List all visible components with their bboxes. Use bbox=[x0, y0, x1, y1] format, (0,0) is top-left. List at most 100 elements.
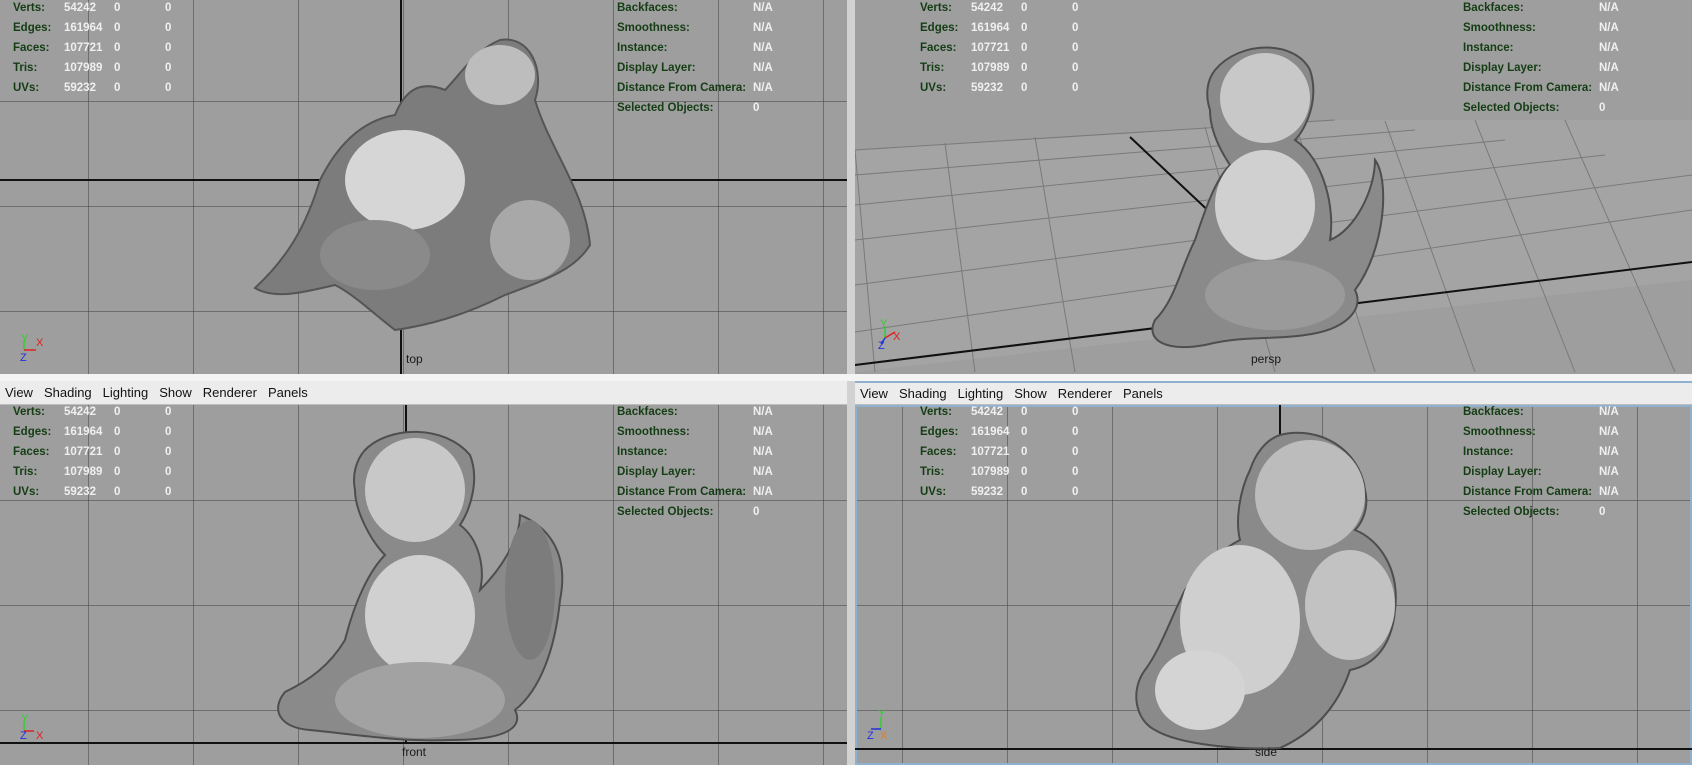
hud-value: 54242 bbox=[971, 406, 1003, 418]
hud-row: Instance: N/A bbox=[617, 38, 773, 58]
hud-row-edges: Edges: 161964 0 0 bbox=[920, 18, 1102, 38]
hud-value: 0 bbox=[165, 22, 172, 34]
hud-value: N/A bbox=[753, 42, 773, 54]
hud-row-edges: Edges: 161964 0 0 bbox=[13, 422, 195, 442]
hud-value: N/A bbox=[753, 62, 773, 74]
hud-label: Tris: bbox=[13, 62, 38, 74]
cherub-model[interactable] bbox=[1130, 430, 1420, 750]
hud-value: 0 bbox=[114, 42, 121, 54]
hud-value: 54242 bbox=[971, 2, 1003, 14]
hud-row: Smoothness: N/A bbox=[617, 422, 773, 442]
hud-value: 0 bbox=[165, 466, 172, 478]
hud-label: Distance From Camera: bbox=[1463, 82, 1593, 94]
menu-renderer[interactable]: Renderer bbox=[1058, 386, 1112, 401]
hud-value: 0 bbox=[1599, 102, 1606, 114]
hud-label: Selected Objects: bbox=[1463, 506, 1560, 518]
menu-view[interactable]: View bbox=[860, 386, 888, 401]
hud-value: 0 bbox=[114, 446, 121, 458]
hud-row-edges: Edges: 161964 0 0 bbox=[920, 422, 1102, 442]
menu-show[interactable]: Show bbox=[159, 385, 192, 400]
menu-show[interactable]: Show bbox=[1014, 386, 1047, 401]
object-details-hud: Backfaces: N/A Smoothness: N/A Instance: N/… bbox=[1463, 0, 1619, 118]
hud-value: N/A bbox=[753, 426, 773, 438]
cherub-model[interactable] bbox=[270, 430, 580, 745]
menu-panels[interactable]: Panels bbox=[1123, 386, 1163, 401]
hud-row: Smoothness: N/A bbox=[1463, 422, 1619, 442]
hud-value: 0 bbox=[1072, 406, 1079, 418]
hud-row: Backfaces: N/A bbox=[1463, 0, 1619, 18]
hud-label: Verts: bbox=[13, 2, 45, 14]
hud-value: 161964 bbox=[64, 426, 103, 438]
hud-value: 0 bbox=[1021, 486, 1028, 498]
hud-value: N/A bbox=[1599, 406, 1619, 418]
axis-label-y: Y bbox=[21, 333, 29, 345]
menu-shading[interactable]: Shading bbox=[899, 386, 947, 401]
hud-label: Edges: bbox=[920, 22, 959, 34]
hud-label: Faces: bbox=[920, 446, 957, 458]
hud-value: 0 bbox=[114, 62, 121, 74]
cherub-model[interactable] bbox=[1145, 40, 1385, 360]
viewport-top[interactable]: Verts: 54242 0 0 Edges: 161964 0 0 Faces: 10772… bbox=[0, 0, 847, 374]
hud-row: Backfaces: N/A bbox=[617, 0, 773, 18]
object-details-hud: Backfaces: N/A Smoothness: N/A Instance: N/… bbox=[617, 405, 773, 522]
menu-panels[interactable]: Panels bbox=[268, 385, 308, 400]
hud-row: Display Layer: N/A bbox=[617, 58, 773, 78]
viewport-front[interactable]: Verts: 54242 0 0 Edges: 161964 0 0 Faces: 10772… bbox=[0, 405, 847, 765]
menu-lighting[interactable]: Lighting bbox=[103, 385, 149, 400]
hud-label: Tris: bbox=[920, 62, 945, 74]
cherub-model[interactable] bbox=[245, 30, 605, 340]
hud-value: 0 bbox=[165, 426, 172, 438]
hud-value: 0 bbox=[114, 2, 121, 14]
hud-label: Instance: bbox=[1463, 446, 1514, 458]
hud-value: 0 bbox=[114, 426, 121, 438]
hud-label: Backfaces: bbox=[1463, 406, 1524, 418]
hud-row-verts: Verts: 54242 0 0 bbox=[920, 405, 1102, 422]
hud-value: 0 bbox=[114, 406, 121, 418]
hud-value: 0 bbox=[165, 406, 172, 418]
poly-count-hud: Verts: 54242 0 0 Edges: 161964 0 0 Faces: 10772… bbox=[13, 0, 195, 98]
axis-label-y: Y bbox=[878, 708, 886, 720]
hud-row-verts: Verts: 54242 0 0 bbox=[13, 405, 195, 422]
hud-row: Selected Objects: 0 bbox=[1463, 502, 1619, 522]
hud-value: 107721 bbox=[64, 446, 103, 458]
hud-value: N/A bbox=[753, 406, 773, 418]
hud-value: 107989 bbox=[971, 62, 1010, 74]
hud-value: 107721 bbox=[64, 42, 103, 54]
menu-renderer[interactable]: Renderer bbox=[203, 385, 257, 400]
hud-value: 0 bbox=[1072, 466, 1079, 478]
hud-label: Edges: bbox=[13, 22, 52, 34]
viewport-divider-vertical[interactable] bbox=[847, 0, 855, 765]
hud-value: 0 bbox=[753, 102, 760, 114]
viewport-persp[interactable]: Verts: 54242 0 0 Edges: 161964 0 0 Faces: 10772… bbox=[855, 0, 1692, 374]
hud-row-faces: Faces: 107721 0 0 bbox=[920, 38, 1102, 58]
hud-value: 0 bbox=[165, 82, 172, 94]
hud-label: Distance From Camera: bbox=[617, 82, 747, 94]
menu-view[interactable]: View bbox=[5, 385, 33, 400]
menu-shading[interactable]: Shading bbox=[44, 385, 92, 400]
panel-menu-bar-right: View Shading Lighting Show Renderer Pane… bbox=[855, 381, 1692, 405]
axis-label-z: Z bbox=[878, 340, 885, 352]
hud-value: 161964 bbox=[971, 426, 1010, 438]
axis-label-x: X bbox=[36, 337, 44, 349]
hud-value: 59232 bbox=[64, 486, 96, 498]
hud-value: N/A bbox=[753, 486, 773, 498]
hud-value: 0 bbox=[1072, 82, 1079, 94]
menu-lighting[interactable]: Lighting bbox=[958, 386, 1004, 401]
hud-row: Display Layer: N/A bbox=[617, 462, 773, 482]
hud-row: Instance: N/A bbox=[617, 442, 773, 462]
hud-value: 0 bbox=[165, 446, 172, 458]
viewport-divider-horizontal[interactable] bbox=[0, 374, 1692, 381]
viewport-side[interactable]: Verts: 54242 0 0 Edges: 161964 0 0 Faces: 10772… bbox=[855, 405, 1692, 765]
hud-row-uvs: UVs: 59232 0 0 bbox=[13, 78, 195, 98]
hud-label: Edges: bbox=[13, 426, 52, 438]
hud-value: 0 bbox=[114, 486, 121, 498]
hud-label: Display Layer: bbox=[1463, 466, 1542, 478]
hud-value: 161964 bbox=[64, 22, 103, 34]
camera-name: persp bbox=[1251, 352, 1282, 366]
hud-value: 0 bbox=[1072, 22, 1079, 34]
hud-value: 0 bbox=[165, 486, 172, 498]
hud-label: UVs: bbox=[920, 82, 947, 94]
hud-value: 59232 bbox=[64, 82, 96, 94]
hud-value: N/A bbox=[1599, 42, 1619, 54]
hud-row-uvs: UVs: 59232 0 0 bbox=[13, 482, 195, 502]
